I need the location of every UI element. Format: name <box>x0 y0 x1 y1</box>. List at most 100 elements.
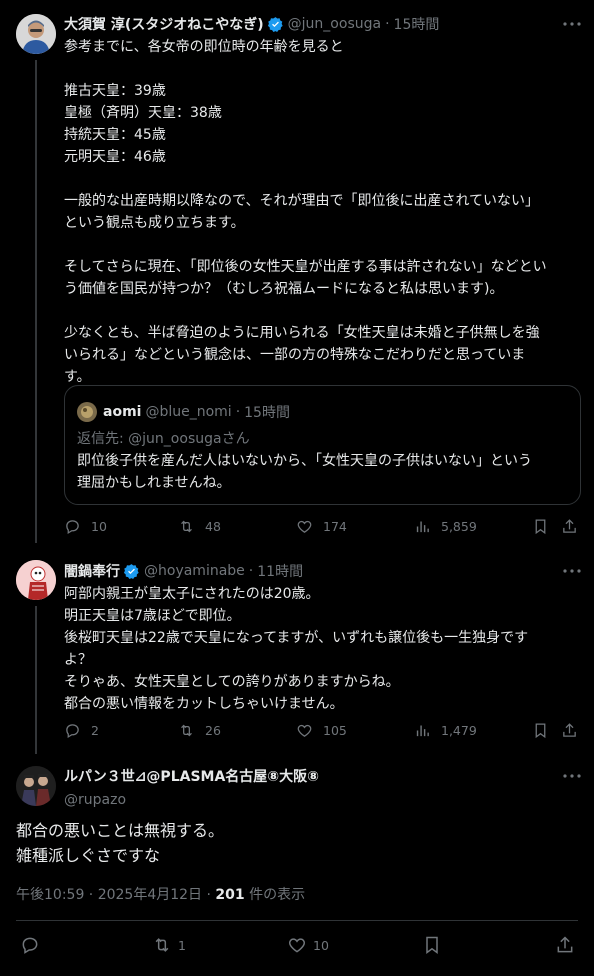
main-tweet-actions: 1 10 <box>0 935 594 957</box>
like-count: 174 <box>323 519 347 534</box>
reply-button[interactable]: 2 <box>64 722 99 739</box>
reply-suffix: さん <box>221 431 250 447</box>
tweet1-line <box>64 234 547 256</box>
views-icon <box>416 521 429 533</box>
quote-author-name: aomi <box>103 404 142 420</box>
quote-line: 即位後子供を産んだ人はいないから、「女性天皇の子供はいない」という <box>77 453 532 469</box>
thread-line <box>35 606 37 754</box>
quoted-tweet[interactable]: aomi @blue_nomi · 15時間 返信先: @jun_oosugaさ… <box>64 385 581 505</box>
quote-reply-to: 返信先: @jun_oosugaさん <box>77 428 250 448</box>
quote-header: aomi @blue_nomi · 15時間 <box>77 402 290 422</box>
main-views-label: 件の表示 <box>244 887 306 903</box>
like-icon <box>297 724 312 737</box>
tweet1-actions: 10 48 174 5,859 <box>64 518 581 538</box>
bookmark-button[interactable] <box>422 935 448 955</box>
main-line: 雑種派しぐさですな <box>16 846 161 865</box>
thread-line <box>35 60 37 543</box>
avatar-rupazo[interactable] <box>16 766 56 806</box>
bookmark-button[interactable] <box>532 518 559 535</box>
like-button[interactable]: 105 <box>296 722 347 739</box>
tweet1-handle[interactable]: @jun_oosuga <box>288 16 381 32</box>
repost-button[interactable]: 48 <box>178 518 221 535</box>
reply-icon <box>66 724 79 739</box>
reply-icon <box>66 520 79 535</box>
tweet1-line <box>64 58 547 80</box>
share-icon <box>563 519 576 533</box>
tweet1-author-name[interactable]: 大須賀 淳(スタジオねこやなぎ) <box>64 14 264 34</box>
tweet2-line: そりゃあ、女性天皇としての誇りがありますからね。 <box>64 674 400 690</box>
main-author-handle[interactable]: @rupazo <box>64 792 319 808</box>
tweet1-text: 参考までに、各女帝の即位時の年齢を見ると 推古天皇：39歳 皇極（斉明）天皇：3… <box>64 36 547 388</box>
divider <box>16 920 578 921</box>
share-button[interactable] <box>561 518 588 535</box>
tweet1-line: 元明天皇：46歳 <box>64 149 166 165</box>
like-button[interactable]: 174 <box>296 518 347 535</box>
bookmark-icon <box>426 936 438 954</box>
like-icon <box>297 520 312 533</box>
tweet1-line: 一般的な出産時期以降なので、それが理由で「即位後に出産されていない」 <box>64 193 540 209</box>
repost-count: 48 <box>205 519 221 534</box>
views-count: 5,859 <box>441 519 477 534</box>
tweet1-line: という観点も成り立ちます。 <box>64 215 245 231</box>
quote-time: 15時間 <box>244 405 290 421</box>
more-icon[interactable] <box>562 561 582 581</box>
more-icon[interactable] <box>562 14 582 34</box>
tweet1-line: そしてさらに現在、「即位後の女性天皇が出産する事は許されない」などとい <box>64 259 547 275</box>
tweet1-line <box>64 168 547 190</box>
quote-text: 即位後子供を産んだ人はいないから、「女性天皇の子供はいない」という 理屈かもしれ… <box>77 450 532 494</box>
quote-avatar <box>77 402 97 422</box>
reply-icon <box>22 937 38 954</box>
avatar-hoyaminabe[interactable] <box>16 560 56 600</box>
tweet1-time[interactable]: 15時間 <box>394 14 440 34</box>
separator-dot: · <box>248 563 254 579</box>
main-timestamp[interactable]: 午後10:59 · 2025年4月12日 · <box>16 887 215 903</box>
main-tweet-header: ルパン３世⊿@PLASMA名古屋⑧大阪⑧ @rupazo <box>64 766 319 808</box>
share-button[interactable] <box>555 935 581 955</box>
tweet1-line: 推古天皇：39歳 <box>64 83 166 99</box>
repost-icon <box>155 938 169 952</box>
tweet1-line: 少なくとも、半ば脅迫のように用いられる「女性天皇は未婚と子供無しを強 <box>64 325 540 341</box>
main-tweet-meta: 午後10:59 · 2025年4月12日 · 201 件の表示 <box>16 884 305 904</box>
conversation-page: 大須賀 淳(スタジオねこやなぎ) @jun_oosuga · 15時間 参考まで… <box>0 0 594 976</box>
bookmark-icon <box>535 723 546 739</box>
quote-line: 理屈かもしれませんね。 <box>77 475 231 491</box>
tweet2-time[interactable]: 11時間 <box>257 561 303 581</box>
reply-button[interactable]: 10 <box>64 518 107 535</box>
bookmark-icon <box>535 519 546 535</box>
views-icon <box>416 725 429 737</box>
like-count: 105 <box>323 723 347 738</box>
verified-badge-icon <box>123 563 139 579</box>
repost-button[interactable]: 1 <box>152 935 186 955</box>
repost-count: 1 <box>178 937 186 953</box>
avatar-jun-oosuga[interactable] <box>16 14 56 54</box>
tweet2-line: 都合の悪い情報をカットしちゃいけません。 <box>64 696 344 712</box>
tweet2-header: 闇鍋奉行 @hoyaminabe · 11時間 <box>64 561 303 581</box>
reply-button[interactable] <box>20 935 46 955</box>
quote-handle: @blue_nomi <box>145 404 232 420</box>
views-button[interactable]: 5,859 <box>414 518 477 535</box>
repost-button[interactable]: 26 <box>178 722 221 739</box>
bookmark-button[interactable] <box>532 722 559 739</box>
main-line: 都合の悪いことは無視する。 <box>16 821 225 840</box>
tweet2-line: よ？ <box>64 652 92 668</box>
tweet2-author-name[interactable]: 闇鍋奉行 <box>64 561 120 581</box>
tweet1-line: 皇極（斉明）天皇：38歳 <box>64 105 222 121</box>
views-button[interactable]: 1,479 <box>414 722 477 739</box>
tweet2-handle[interactable]: @hoyaminabe <box>144 563 245 579</box>
repost-icon <box>181 520 192 533</box>
share-icon <box>557 936 573 953</box>
like-button[interactable]: 10 <box>287 935 329 955</box>
repost-icon <box>181 724 192 737</box>
more-icon[interactable] <box>562 766 582 786</box>
repost-count: 26 <box>205 723 221 738</box>
main-author-name[interactable]: ルパン３世⊿@PLASMA名古屋⑧大阪⑧ <box>64 766 319 786</box>
tweet1-header: 大須賀 淳(スタジオねこやなぎ) @jun_oosuga · 15時間 <box>64 14 439 34</box>
tweet1-line: 持統天皇：45歳 <box>64 127 166 143</box>
tweet2-line: 後桜町天皇は22歳で天皇になってますが、いずれも譲位後も一生独身です <box>64 630 529 646</box>
tweet1-line: う価値を国民が持つか？（むしろ祝福ムードになると私は思います)。 <box>64 281 504 297</box>
like-count: 10 <box>313 937 329 953</box>
tweet2-actions: 2 26 105 1,479 <box>64 722 581 742</box>
verified-badge-icon <box>267 16 283 32</box>
share-button[interactable] <box>561 722 588 739</box>
main-tweet-text: 都合の悪いことは無視する。 雑種派しぐさですな <box>16 818 224 868</box>
